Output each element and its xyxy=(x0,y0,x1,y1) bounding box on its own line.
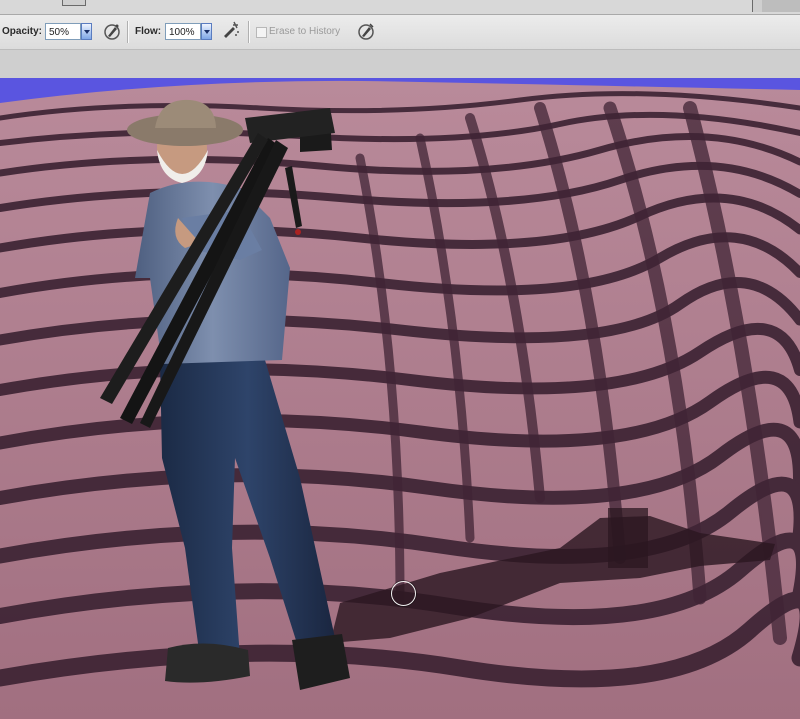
opacity-label: Opacity: xyxy=(2,26,43,37)
tool-options-bar: Opacity: 50% Flow: 100% Erase to History xyxy=(0,15,800,50)
canvas-gap xyxy=(0,50,800,78)
separator xyxy=(248,21,250,43)
airbrush-icon[interactable] xyxy=(221,21,241,41)
eraser-brush-cursor xyxy=(391,581,416,606)
window-top-strip xyxy=(0,0,800,15)
erase-to-history-checkbox[interactable] xyxy=(256,27,267,38)
opacity-dropdown-button[interactable] xyxy=(81,23,92,40)
flow-dropdown-button[interactable] xyxy=(201,23,212,40)
flow-input[interactable]: 100% xyxy=(165,23,201,40)
shadow-head xyxy=(608,508,648,568)
panel-edge-right xyxy=(762,0,800,12)
photo-composite xyxy=(0,78,800,719)
tablet-pressure-icon[interactable] xyxy=(356,21,376,41)
document-canvas[interactable] xyxy=(0,78,800,719)
airbrush-pressure-icon[interactable] xyxy=(102,21,122,41)
separator xyxy=(127,21,129,43)
flow-label: Flow: xyxy=(135,26,162,37)
tab-edge[interactable] xyxy=(62,0,86,6)
opacity-input[interactable]: 50% xyxy=(45,23,81,40)
erase-to-history-label: Erase to History xyxy=(269,26,341,37)
